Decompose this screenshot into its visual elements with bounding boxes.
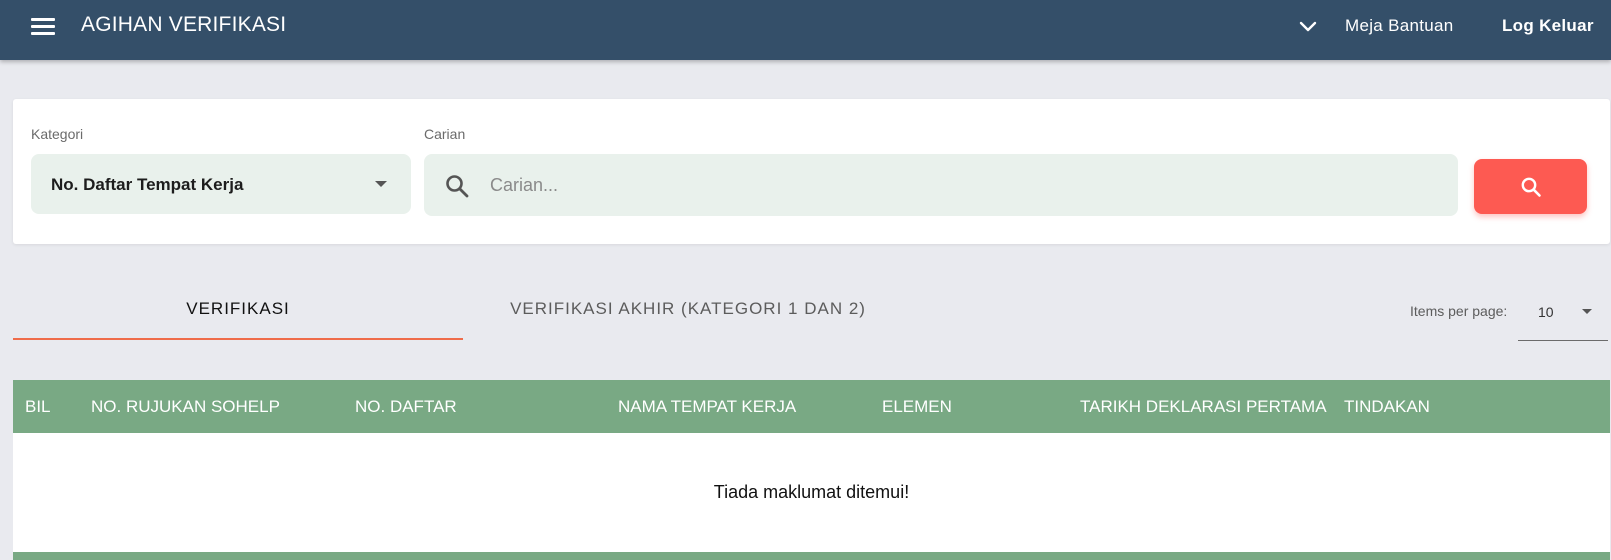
chevron-down-icon[interactable]: [1297, 17, 1319, 37]
search-field[interactable]: [424, 154, 1458, 216]
caret-down-icon: [1582, 309, 1592, 314]
search-icon: [444, 173, 470, 199]
category-select[interactable]: No. Daftar Tempat Kerja: [31, 154, 411, 214]
verification-table: BIL NO. RUJUKAN SOHELP NO. DAFTAR NAMA T…: [13, 380, 1610, 560]
category-label: Kategori: [31, 126, 84, 142]
items-per-page-select[interactable]: 10: [1518, 296, 1608, 341]
tab-verifikasi[interactable]: VERIFIKASI: [13, 288, 463, 340]
column-header-elemen: ELEMEN: [882, 397, 952, 416]
help-desk-link[interactable]: Meja Bantuan: [1345, 16, 1454, 36]
column-header-rujukan: NO. RUJUKAN SOHELP: [91, 397, 280, 416]
items-per-page-value: 10: [1538, 304, 1554, 320]
page-title: AGIHAN VERIFIKASI: [81, 13, 287, 36]
empty-state-message: Tiada maklumat ditemui!: [713, 482, 910, 502]
search-input[interactable]: [490, 166, 1430, 204]
search-button[interactable]: [1474, 159, 1587, 214]
column-header-no-daftar: NO. DAFTAR: [355, 397, 457, 416]
tab-verifikasi-akhir[interactable]: VERIFIKASI AKHIR (KATEGORI 1 DAN 2): [463, 288, 913, 340]
search-label: Carian: [424, 126, 466, 142]
category-select-value: No. Daftar Tempat Kerja: [51, 175, 244, 194]
tab-verifikasi-label: VERIFIKASI: [186, 299, 290, 318]
top-app-bar: AGIHAN VERIFIKASI Meja Bantuan Log Kelua…: [0, 0, 1611, 60]
column-header-nama: NAMA TEMPAT KERJA: [618, 397, 797, 416]
column-header-tindakan: TINDAKAN: [1344, 397, 1430, 416]
tab-verifikasi-akhir-label: VERIFIKASI AKHIR (KATEGORI 1 DAN 2): [510, 299, 866, 318]
column-header-bil: BIL: [25, 397, 51, 416]
search-panel: Kategori Carian No. Daftar Tempat Kerja: [13, 99, 1610, 244]
table-footer: [13, 552, 1610, 560]
menu-icon[interactable]: [31, 18, 55, 36]
caret-down-icon: [375, 181, 387, 187]
table-header: BIL NO. RUJUKAN SOHELP NO. DAFTAR NAMA T…: [13, 380, 1610, 433]
logout-link[interactable]: Log Keluar: [1502, 16, 1594, 36]
column-header-tarikh: TARIKH DEKLARASI PERTAMA: [1080, 397, 1327, 416]
search-icon: [1521, 177, 1541, 197]
items-per-page-label: Items per page:: [1410, 303, 1508, 319]
active-tab-indicator: [13, 338, 463, 340]
